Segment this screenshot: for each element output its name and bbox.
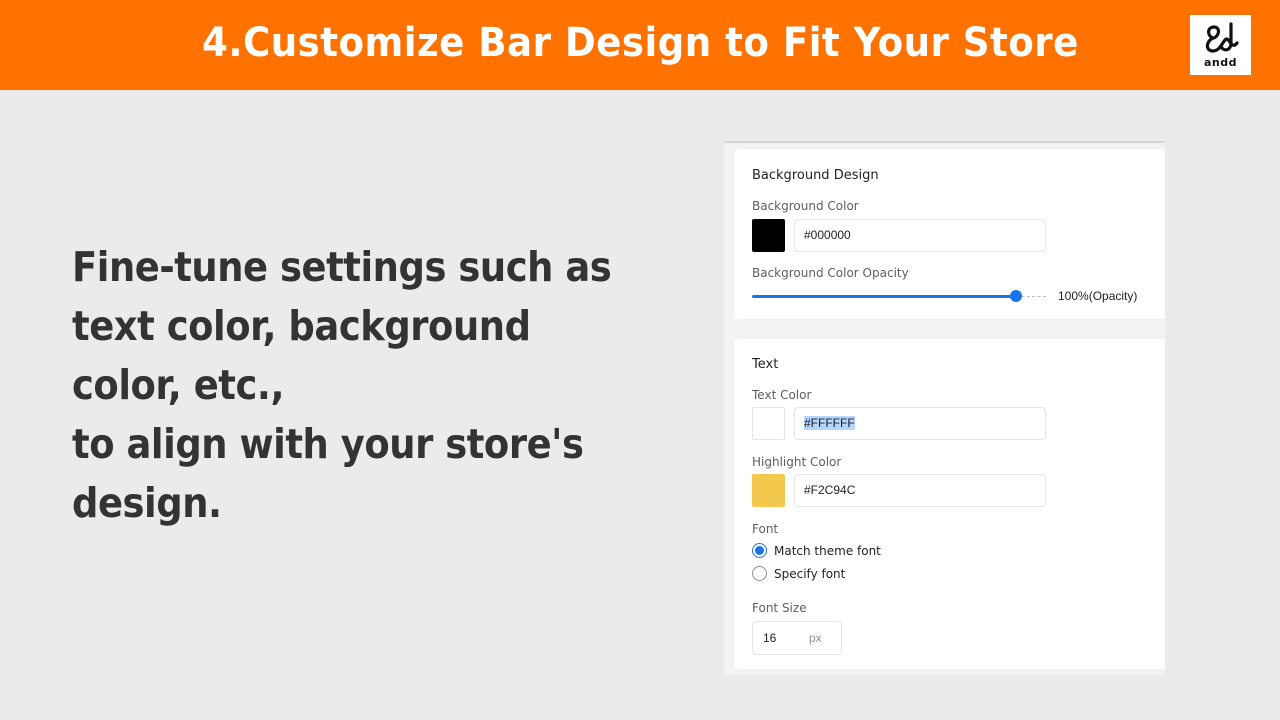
text-color-input[interactable]: #FFFFFF [794,407,1046,440]
highlight-color-input[interactable]: #F2C94C [794,474,1046,507]
highlight-color-swatch[interactable] [752,474,785,507]
banner-title: 4.Customize Bar Design to Fit Your Store [201,20,1079,66]
radio-checked-icon[interactable] [752,543,767,558]
background-design-title: Background Design [752,168,879,183]
logo-text: andd [1203,56,1237,69]
settings-screenshot-panel: Background Design Background Color #0000… [724,141,1165,675]
font-size-label: Font Size [752,601,807,615]
radio-unchecked-icon[interactable] [752,566,767,581]
text-color-label: Text Color [752,388,812,402]
text-card: Text Text Color #FFFFFF Highlight Color … [734,339,1165,669]
opacity-slider[interactable] [752,290,1047,302]
text-color-swatch[interactable] [752,407,785,440]
highlight-color-value: #F2C94C [804,483,856,497]
opacity-slider-fill [752,295,1016,298]
background-color-value: #000000 [804,228,851,242]
font-option-match-theme[interactable]: Match theme font [752,543,881,558]
title-banner: 4.Customize Bar Design to Fit Your Store [0,0,1280,90]
font-label: Font [752,522,779,536]
background-color-label: Background Color [752,199,859,213]
headline-text: Fine-tune settings such as text color, b… [72,243,612,527]
andd-logo: andd [1190,15,1251,75]
background-color-swatch[interactable] [752,219,785,252]
text-section-title: Text [752,357,779,372]
text-color-value: #FFFFFF [804,416,855,430]
font-option-label: Match theme font [774,543,881,558]
andd-logo-icon [1205,22,1239,53]
opacity-value: 100%(Opacity) [1058,289,1138,303]
font-size-value: 16 [763,631,777,645]
font-size-unit: px [809,631,822,645]
highlight-color-label: Highlight Color [752,455,842,469]
font-size-input[interactable]: 16 px [752,621,842,655]
background-color-input[interactable]: #000000 [794,219,1046,252]
font-option-specify[interactable]: Specify font [752,566,845,581]
opacity-label: Background Color Opacity [752,266,909,280]
opacity-slider-thumb[interactable] [1010,290,1022,302]
background-design-card: Background Design Background Color #0000… [734,149,1165,319]
font-option-label: Specify font [774,566,846,581]
